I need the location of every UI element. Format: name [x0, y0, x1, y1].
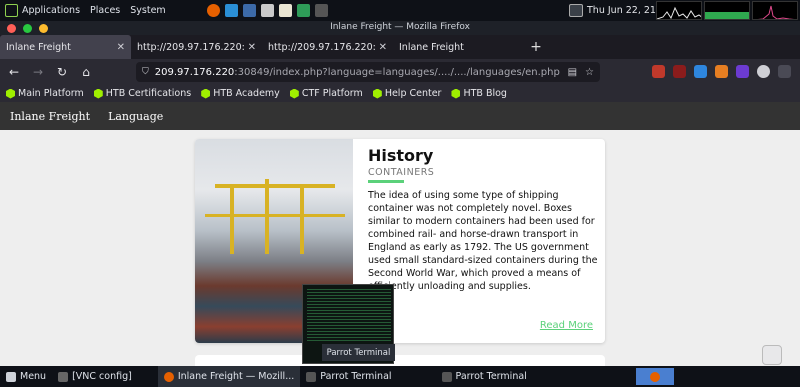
workspace-switcher[interactable]: [636, 368, 674, 385]
extension-icons: [652, 65, 791, 78]
reload-button[interactable]: ↻: [50, 65, 74, 79]
extension-1-icon[interactable]: [652, 65, 665, 78]
site-navbar: Inlane Freight Language: [0, 102, 800, 130]
taskbar-firefox[interactable]: Inlane Freight — Mozill...: [157, 366, 301, 387]
places-menu[interactable]: Places: [85, 5, 125, 16]
extension-2-icon[interactable]: [673, 65, 686, 78]
memory-graph: [704, 1, 750, 20]
taskbar-tooltip: Parrot Terminal: [322, 344, 395, 361]
card-divider: [368, 180, 404, 183]
extension-4-icon[interactable]: [715, 65, 728, 78]
bookmark-main-platform[interactable]: Main Platform: [6, 88, 84, 99]
htb-cube-icon: [6, 88, 15, 99]
read-more-link[interactable]: Read More: [540, 320, 593, 331]
card-title: History: [368, 146, 434, 165]
tab-label: Inlane Freight: [6, 41, 71, 53]
editor-launcher-icon[interactable]: [278, 4, 292, 17]
window-title: Inlane Freight — Mozilla Firefox: [330, 22, 470, 32]
terminal-icon: [441, 371, 452, 382]
htb-cube-icon: [372, 88, 382, 99]
tab-inlane-freight[interactable]: Inlane Freight ✕: [0, 35, 131, 59]
tab-inlane-freight-2[interactable]: Inlane Freight: [393, 35, 524, 59]
tab-label: Inlane Freight: [399, 41, 464, 53]
bookmark-htb-certifications[interactable]: HTB Certifications: [93, 88, 191, 99]
launcher-icons: [206, 4, 328, 17]
reader-view-icon[interactable]: ▤: [568, 67, 577, 78]
terminal-launcher-icon[interactable]: [242, 4, 256, 17]
home-button[interactable]: ⌂: [74, 65, 98, 79]
window-titlebar: Inlane Freight — Mozilla Firefox: [0, 21, 800, 35]
tab-strip: Inlane Freight ✕ http://209.97.176.220:3…: [0, 35, 800, 59]
firefox-icon: [163, 371, 174, 382]
tab-label: http://209.97.176.220:3084: [268, 41, 375, 53]
applications-menu[interactable]: Applications: [0, 4, 85, 17]
tab-url-2[interactable]: http://209.97.176.220:3084 ✕: [262, 35, 393, 59]
taskbar-terminal-1[interactable]: Parrot Terminal: [300, 366, 397, 387]
language-menu-link[interactable]: Language: [108, 110, 163, 123]
url-host: 209.97.176.220: [154, 66, 235, 78]
tab-label: http://209.97.176.220:3084: [137, 41, 244, 53]
lightning-launcher-icon[interactable]: [224, 4, 238, 17]
history-card: History CONTAINERS The idea of using som…: [195, 139, 605, 343]
extension-6-icon[interactable]: [757, 65, 770, 78]
web-page: Inlane Freight Language History CONTAINE…: [0, 102, 800, 366]
system-monitor-graphs: [656, 1, 798, 20]
htb-cube-icon: [201, 88, 211, 99]
tab-close-icon[interactable]: ✕: [248, 42, 256, 53]
back-button[interactable]: ←: [2, 65, 26, 79]
firefox-workspace-icon: [650, 371, 660, 382]
site-brand-link[interactable]: Inlane Freight: [10, 110, 90, 123]
new-tab-button[interactable]: +: [524, 35, 548, 59]
bookmarks-bar: Main Platform HTB Certifications HTB Aca…: [0, 85, 800, 102]
bookmark-ctf-platform[interactable]: CTF Platform: [289, 88, 363, 99]
bookmark-htb-blog[interactable]: HTB Blog: [451, 88, 507, 99]
terminal-output-preview: [307, 289, 391, 341]
system-menu[interactable]: System: [125, 5, 170, 16]
card-body: History CONTAINERS The idea of using som…: [368, 146, 598, 293]
screen-launcher-icon[interactable]: [296, 4, 310, 17]
files-launcher-icon[interactable]: [260, 4, 274, 17]
network-graph: [752, 1, 798, 20]
htb-cube-icon: [93, 88, 103, 99]
bottom-taskbar: Menu [VNC config] Inlane Freight — Mozil…: [0, 366, 800, 387]
extension-3-icon[interactable]: [694, 65, 707, 78]
nav-bar: ← → ↻ ⌂ ⛉ 209.97.176.220:30849/index.php…: [0, 59, 800, 85]
terminal2-launcher-icon[interactable]: [314, 4, 328, 17]
bookmark-htb-academy[interactable]: HTB Academy: [201, 88, 280, 99]
os-top-panel: Applications Places System Thu Jun 22, 2…: [0, 0, 800, 21]
taskbar-vnc-config[interactable]: [VNC config]: [52, 366, 138, 387]
parrot-menu-icon: [6, 371, 16, 382]
tab-url-1[interactable]: http://209.97.176.220:3084 ✕: [131, 35, 262, 59]
taskbar-menu-button[interactable]: Menu: [0, 366, 52, 387]
url-path: :30849/index.php?language=languages/....…: [234, 66, 560, 78]
parrot-apps-icon: [5, 4, 18, 17]
calendar-icon: [569, 4, 583, 17]
tab-close-icon[interactable]: ✕: [379, 42, 387, 53]
extension-5-icon[interactable]: [736, 65, 749, 78]
tab-close-icon[interactable]: ✕: [117, 42, 125, 53]
card-subtitle: CONTAINERS: [368, 167, 435, 178]
bookmark-help-center[interactable]: Help Center: [372, 88, 441, 99]
window-icon: [58, 371, 69, 382]
htb-cube-icon: [451, 88, 461, 99]
forward-button[interactable]: →: [26, 65, 50, 79]
htb-cube-icon: [289, 88, 299, 99]
lock-icon[interactable]: ⛉: [142, 67, 149, 77]
firefox-launcher-icon[interactable]: [206, 4, 220, 17]
card-text: The idea of using some type of shipping …: [368, 190, 598, 292]
url-bar[interactable]: ⛉ 209.97.176.220:30849/index.php?languag…: [136, 62, 600, 82]
cpu-graph: [656, 1, 702, 20]
bookmark-star-icon[interactable]: ☆: [585, 67, 594, 78]
menu-icon[interactable]: [778, 65, 791, 78]
clipboard-icon[interactable]: [762, 345, 782, 365]
taskbar-terminal-2[interactable]: Parrot Terminal: [436, 366, 533, 387]
terminal-icon: [306, 371, 317, 382]
second-card: [195, 355, 605, 366]
